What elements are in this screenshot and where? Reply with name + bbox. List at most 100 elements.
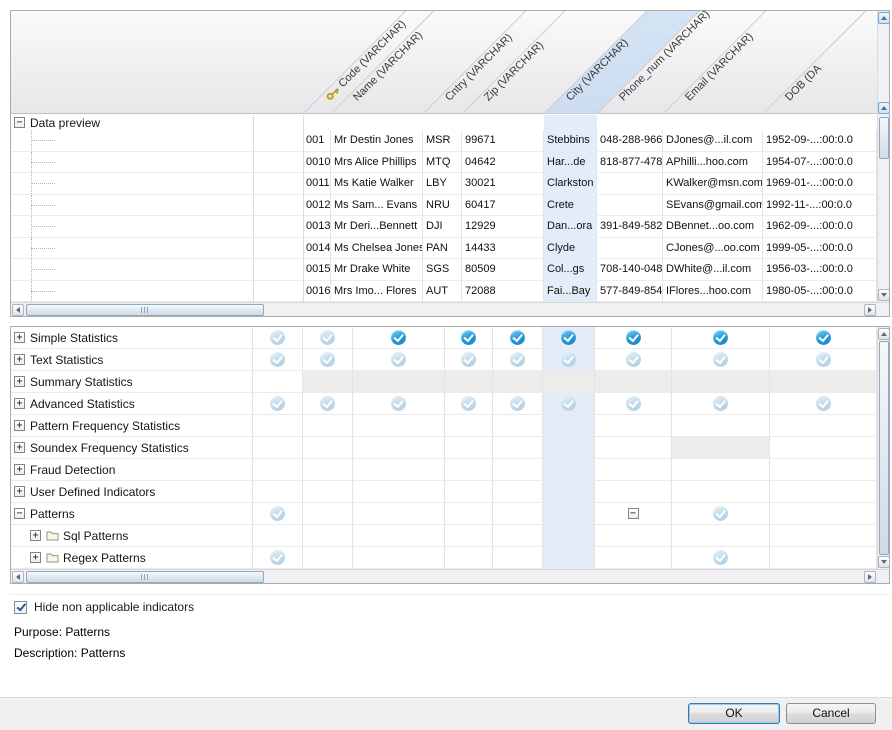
indicator-cell[interactable] [353, 437, 445, 459]
expand-toggle[interactable]: + [30, 552, 41, 563]
indicator-check-faded[interactable] [713, 352, 728, 367]
indicator-cell[interactable] [493, 547, 543, 569]
indicator-cell[interactable] [493, 393, 543, 415]
indicator-cell[interactable] [253, 525, 303, 547]
indicator-cell[interactable] [672, 459, 770, 481]
collapse-box[interactable]: − [628, 508, 639, 519]
indicator-cell[interactable] [770, 547, 877, 569]
indicator-cell[interactable] [672, 349, 770, 371]
indicator-cell[interactable] [303, 503, 353, 525]
indicator-cell[interactable] [493, 437, 543, 459]
indicator-check-faded[interactable] [320, 330, 335, 345]
indicator-check-solid[interactable] [461, 330, 476, 345]
indicator-cell[interactable] [353, 327, 445, 349]
indicator-cell[interactable] [303, 437, 353, 459]
scroll-down-button[interactable] [878, 556, 890, 568]
indicator-cell[interactable] [253, 415, 303, 437]
indicator-cell[interactable] [770, 481, 877, 503]
indicator-cell[interactable] [493, 327, 543, 349]
na-cell[interactable] [303, 371, 353, 393]
indicator-check-faded[interactable] [816, 352, 831, 367]
indicator-cell[interactable] [303, 547, 353, 569]
indicator-cell[interactable] [445, 437, 493, 459]
indicator-check-solid[interactable] [713, 330, 728, 345]
scrollbar-thumb[interactable] [26, 304, 264, 316]
indicator-cell[interactable] [303, 481, 353, 503]
indicator-cell[interactable] [543, 481, 595, 503]
indicator-cell[interactable] [353, 503, 445, 525]
column-header-dob[interactable]: DOB (DA [783, 63, 824, 104]
expand-toggle[interactable]: + [14, 398, 25, 409]
indicator-check-solid[interactable] [626, 330, 641, 345]
indicator-check-solid[interactable] [561, 330, 576, 345]
indicator-cell[interactable] [353, 393, 445, 415]
scroll-up-button[interactable] [878, 328, 890, 340]
indicator-cell[interactable]: − [595, 503, 672, 525]
scrollbar-thumb[interactable] [26, 571, 264, 583]
indicator-cell[interactable] [445, 459, 493, 481]
indicator-cell[interactable] [445, 503, 493, 525]
indicator-cell[interactable] [303, 525, 353, 547]
na-cell[interactable] [595, 371, 672, 393]
indicator-cell[interactable] [353, 415, 445, 437]
indicator-hscrollbar[interactable] [11, 569, 889, 583]
indicator-cell[interactable] [303, 393, 353, 415]
indicator-cell[interactable] [595, 525, 672, 547]
column-header-cntry[interactable]: Cntry (VARCHAR) [443, 32, 515, 104]
ok-button[interactable]: OK [688, 703, 780, 724]
indicator-cell[interactable] [770, 393, 877, 415]
indicator-cell[interactable] [445, 547, 493, 569]
indicator-cell[interactable] [253, 327, 303, 349]
expand-toggle[interactable]: + [14, 486, 25, 497]
expand-toggle[interactable]: + [14, 420, 25, 431]
indicator-cell[interactable] [253, 349, 303, 371]
indicator-cell[interactable] [445, 393, 493, 415]
indicator-cell[interactable] [595, 437, 672, 459]
indicator-cell[interactable] [303, 349, 353, 371]
scroll-down-button[interactable] [878, 289, 890, 301]
preview-hscrollbar[interactable] [11, 302, 889, 316]
indicator-cell[interactable] [253, 437, 303, 459]
indicator-check-faded[interactable] [510, 352, 525, 367]
indicator-cell[interactable] [253, 371, 303, 393]
hide-non-applicable-checkbox[interactable] [14, 601, 27, 614]
indicator-cell[interactable] [303, 327, 353, 349]
indicator-cell[interactable] [672, 503, 770, 525]
indicator-cell[interactable] [493, 503, 543, 525]
indicator-cell[interactable] [543, 459, 595, 481]
indicator-cell[interactable] [770, 349, 877, 371]
scroll-left-button[interactable] [12, 571, 24, 583]
indicator-cell[interactable] [595, 327, 672, 349]
na-cell[interactable] [770, 371, 877, 393]
indicator-cell[interactable] [595, 349, 672, 371]
indicator-check-faded[interactable] [461, 352, 476, 367]
indicator-cell[interactable] [543, 525, 595, 547]
indicator-cell[interactable] [770, 327, 877, 349]
indicator-check-faded[interactable] [713, 550, 728, 565]
scroll-up-button[interactable] [878, 102, 890, 114]
indicator-cell[interactable] [253, 547, 303, 569]
na-cell[interactable] [493, 371, 543, 393]
na-cell[interactable] [543, 371, 595, 393]
indicator-check-faded[interactable] [270, 352, 285, 367]
indicator-cell[interactable] [595, 415, 672, 437]
indicator-cell[interactable] [303, 459, 353, 481]
expand-toggle[interactable]: + [14, 354, 25, 365]
indicator-cell[interactable] [445, 349, 493, 371]
na-cell[interactable] [672, 437, 770, 459]
scrollbar-thumb[interactable] [879, 341, 889, 555]
indicator-check-faded[interactable] [320, 396, 335, 411]
indicator-cell[interactable] [253, 481, 303, 503]
indicator-cell[interactable] [493, 415, 543, 437]
indicator-cell[interactable] [353, 547, 445, 569]
na-cell[interactable] [672, 371, 770, 393]
indicator-cell[interactable] [770, 525, 877, 547]
expand-toggle[interactable]: + [14, 376, 25, 387]
na-cell[interactable] [445, 371, 493, 393]
indicator-check-solid[interactable] [510, 330, 525, 345]
indicator-cell[interactable] [672, 415, 770, 437]
indicator-cell[interactable] [493, 525, 543, 547]
collapse-toggle[interactable]: − [14, 508, 25, 519]
scroll-right-button[interactable] [864, 304, 876, 316]
indicator-cell[interactable] [595, 481, 672, 503]
